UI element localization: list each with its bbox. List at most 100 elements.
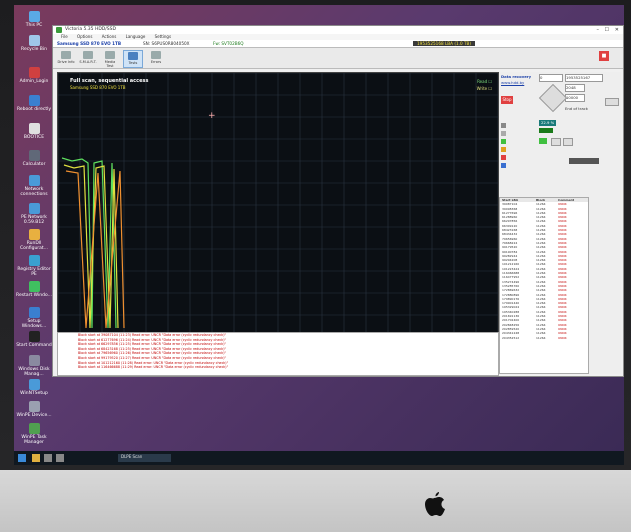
desktop-icon-rundll[interactable]: RunDll Configurat... (16, 229, 52, 252)
timeout-field[interactable]: 10000 (565, 94, 585, 102)
lba-readout: 1953525168 LBA (1.0 TB) (413, 41, 476, 46)
reboot-icon (28, 95, 40, 106)
end-lba-field[interactable]: 1953525167 (565, 74, 603, 82)
computer-icon (28, 11, 40, 22)
scan-plot-svg (57, 72, 499, 333)
tests-icon (128, 52, 138, 60)
event-log[interactable]: Block start at 39087104 (11:23) Read err… (57, 332, 499, 376)
desktop-icon-pe-network[interactable]: PE Network 0.59.B12 (16, 203, 52, 226)
table-cell-start-lba: 204352512 (502, 335, 520, 340)
pe-network-icon (28, 203, 40, 214)
cursor-crosshair-icon: + (208, 111, 216, 121)
app-icon (56, 27, 62, 33)
menu-language[interactable]: Language (126, 34, 146, 39)
minimize-icon[interactable]: – (597, 26, 600, 34)
site-link[interactable]: www.hdd.by (501, 80, 524, 85)
network-icon (28, 175, 40, 186)
status-indicator (569, 158, 599, 164)
drive-model[interactable]: Samsung SSD 870 EVO 1TB (57, 40, 121, 47)
table-cell-block: 11264 (536, 335, 546, 340)
desktop-icon-restart-windows[interactable]: Restart Windo... (16, 281, 52, 299)
taskbar-active-app[interactable]: DLPE Scan (118, 454, 171, 462)
taskbar: DLPE Scan (14, 451, 624, 465)
legend-swatch-green (501, 139, 506, 144)
taskbar-app-icon[interactable] (44, 454, 52, 462)
registry-icon (28, 255, 40, 266)
legend-write[interactable]: Write ☐ (477, 86, 492, 91)
tool-errors[interactable]: Errors (147, 50, 165, 66)
calculator-icon (28, 150, 40, 161)
table-cell-comment: UNCR (558, 335, 567, 340)
legend-swatch-orange (501, 147, 506, 152)
maximize-icon[interactable]: ☐ (605, 26, 609, 34)
desktop-icon-reboot[interactable]: Reboot directly (16, 95, 52, 113)
desktop-icon-recycle-bin[interactable]: Recycle Bin (16, 35, 52, 53)
tool-tests[interactable]: Tests (123, 50, 143, 68)
desktop-icon-admin-login[interactable]: Admin_Login (16, 67, 52, 85)
tool-drive-info[interactable]: Drive Info (57, 50, 75, 66)
apple-logo-icon (425, 492, 445, 516)
log-line: Block start at 116466688 (11:29) Read er… (78, 365, 229, 370)
desktop-icon-bootice[interactable]: BOOTICE (16, 123, 52, 141)
title-bar: Victoria 5.35 HDD/SSD ✕ ☐ – (53, 26, 623, 34)
winntsetup-icon (28, 379, 40, 390)
drive-info-icon (61, 51, 71, 59)
table-row[interactable]: 204352512 11264 UNCR (500, 336, 588, 340)
end-of-track-label: End of track (565, 106, 588, 111)
pause-button[interactable] (605, 98, 619, 106)
device-icon (28, 401, 40, 412)
legend-swatch-grey (501, 123, 506, 128)
drive-info-bar: Samsung SSD 870 EVO 1TB SN: S6PUS0R80405… (53, 40, 623, 48)
user-icon (28, 67, 40, 78)
desktop-icon-winpe-device[interactable]: WinPE Device... (16, 401, 52, 419)
stop-button[interactable]: ■ (599, 51, 609, 61)
recycle-bin-icon (28, 35, 40, 46)
scan-plot: Full scan, sequential access Samsung SSD… (57, 72, 499, 334)
monitor-chin (0, 470, 631, 532)
desktop-icon-disk-management[interactable]: Windows Disk Manag... (16, 355, 52, 378)
desktop-icon-task-manager[interactable]: WinPE Task Manager (16, 423, 52, 446)
gear-icon (28, 229, 40, 240)
skip-button[interactable] (563, 138, 573, 146)
control-panel: Data recovery www.hdd.by 0 1953525167 20… (499, 72, 621, 374)
task-manager-icon (28, 423, 40, 434)
tool-smart[interactable]: S.M.A.R.T. (79, 50, 97, 66)
drive-serial: SN: S6PUS0R804050X (143, 41, 190, 46)
block-size-field[interactable]: 2048 (565, 84, 585, 92)
menu-settings[interactable]: Settings (155, 34, 171, 39)
table-rows: 39087104 11264 UNCR 39098368 11264 UNCR 612776… (500, 202, 588, 340)
start-button[interactable] (18, 454, 26, 462)
desktop-icon-setup-windows[interactable]: Setup Windows... (16, 307, 52, 330)
file-explorer-icon[interactable] (32, 454, 40, 462)
smart-icon (83, 51, 93, 59)
media-test-icon (105, 51, 115, 59)
menu-file[interactable]: File (61, 34, 68, 39)
speed-legend (501, 120, 531, 180)
seek-button[interactable] (551, 138, 561, 146)
desktop-icon-registry-editor[interactable]: Registry Editor PE (16, 255, 52, 278)
disk-icon (28, 355, 40, 366)
legend-swatch-grey2 (501, 131, 506, 136)
start-lba-field[interactable]: 0 (539, 74, 563, 82)
data-recovery-header: Data recovery (501, 74, 532, 79)
progress-readout: 22.9 % (539, 120, 557, 126)
direction-pad[interactable] (538, 83, 568, 113)
bad-blocks-table[interactable]: Start LBA Block Comment 39087104 11264 UNCR 3… (499, 197, 589, 374)
taskbar-app-icon[interactable] (56, 454, 64, 462)
desktop-icon-this-pc[interactable]: This PC (16, 11, 52, 29)
desktop-icon-winntsetup[interactable]: WinNTSetup (16, 379, 52, 397)
desktop-icon-calculator[interactable]: Calculator (16, 150, 52, 168)
desktop-icon-network-connections[interactable]: Network connections (16, 175, 52, 198)
menu-options[interactable]: Options (77, 34, 92, 39)
tool-media-test[interactable]: Media Test (101, 50, 119, 68)
close-icon[interactable]: ✕ (615, 26, 619, 34)
desktop-icon-start-command[interactable]: Start Command (16, 331, 52, 349)
stop-scan-button[interactable]: Stop (501, 96, 513, 104)
play-button[interactable] (539, 138, 547, 144)
speed-bar (539, 128, 553, 133)
restart-icon (28, 281, 40, 292)
legend-read[interactable]: Read ☐ (477, 79, 492, 84)
window-title: Victoria 5.35 HDD/SSD (65, 27, 116, 32)
menu-actions[interactable]: Actions (102, 34, 117, 39)
plot-title: Full scan, sequential access (70, 78, 149, 84)
